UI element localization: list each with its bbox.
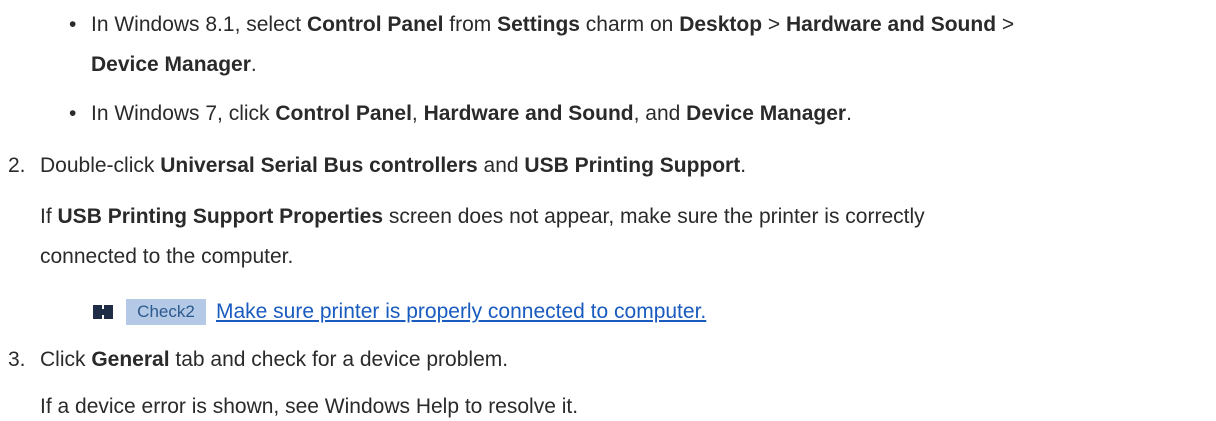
bullet-line-windows-8-1-cont: Device Manager. bbox=[91, 53, 257, 76]
hardware-sound-term: Hardware and Sound bbox=[423, 102, 634, 125]
usb-controllers-term: Universal Serial Bus controllers bbox=[160, 154, 478, 177]
control-panel-term: Control Panel bbox=[306, 13, 444, 36]
bullet-line-windows-7: • In Windows 7, click Control Panel, Hard… bbox=[69, 100, 852, 128]
general-tab-term: General bbox=[91, 348, 170, 371]
document-page: { "bullet_char": "•", "lines": { "l1": {… bbox=[0, 0, 1216, 421]
desktop-term: Desktop bbox=[679, 13, 763, 36]
bullet-marker: • bbox=[69, 13, 77, 36]
bullet-marker: • bbox=[69, 102, 77, 125]
device-manager-term: Device Manager bbox=[686, 102, 847, 125]
check-link[interactable]: Make sure printer is properly connected … bbox=[216, 298, 706, 326]
check-badge: Check2 bbox=[126, 299, 206, 325]
usb-printing-support-term: USB Printing Support bbox=[524, 154, 741, 177]
step-2-note-line-1: If USB Printing Support Properties scree… bbox=[40, 205, 925, 228]
reference-icon bbox=[93, 305, 115, 319]
settings-term: Settings bbox=[497, 13, 580, 36]
step-number: 3. bbox=[8, 348, 26, 371]
step-2: 2. Double-click Universal Serial Bus cont… bbox=[8, 152, 746, 180]
step-number: 2. bbox=[8, 154, 26, 177]
step-2-note-line-2: connected to the computer. bbox=[40, 245, 294, 268]
step-3-note: If a device error is shown, see Windows … bbox=[40, 395, 579, 418]
hardware-sound-term: Hardware and Sound bbox=[785, 13, 997, 36]
step-3: 3. Click General tab and check for a devi… bbox=[8, 346, 508, 374]
usb-properties-term: USB Printing Support Properties bbox=[57, 205, 384, 228]
device-manager-term: Device Manager bbox=[91, 53, 251, 76]
control-panel-term: Control Panel bbox=[275, 102, 412, 125]
bullet-line-windows-8-1: • In Windows 8.1, select Control Panel fr… bbox=[69, 11, 1014, 39]
